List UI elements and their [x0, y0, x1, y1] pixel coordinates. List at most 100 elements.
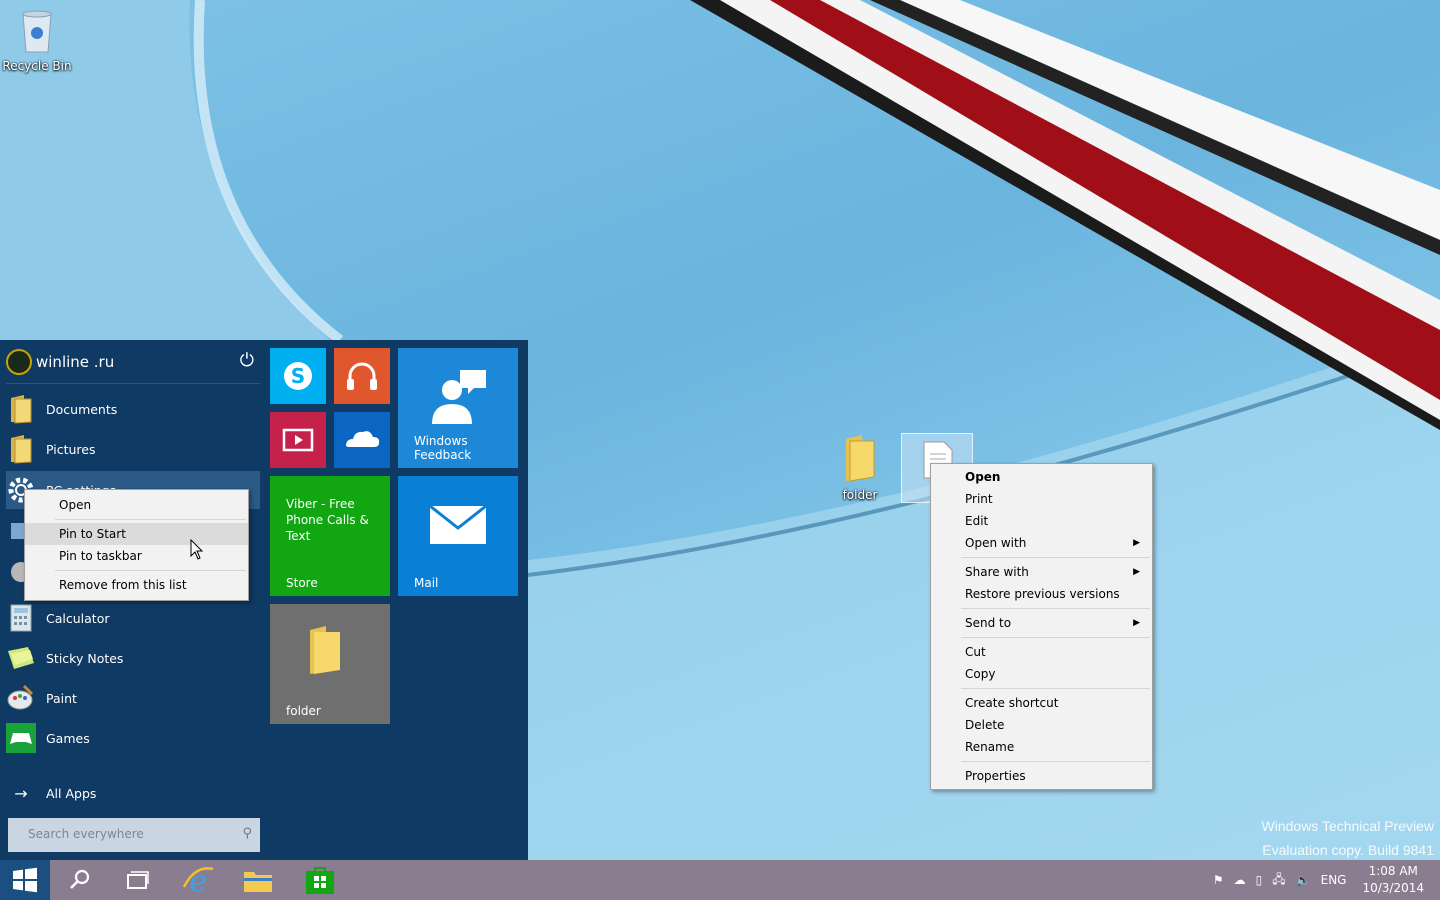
submenu-arrow-icon: ▶ [1133, 618, 1140, 628]
tile-video[interactable] [270, 412, 326, 468]
start-item-label: Paint [46, 690, 77, 706]
menu-item-properties[interactable]: Properties [931, 765, 1152, 787]
tile-music[interactable] [334, 348, 390, 404]
evaluation-watermark: Windows Technical Preview Evaluation cop… [1262, 814, 1434, 862]
menu-item-send-to[interactable]: Send to ▶ [931, 612, 1152, 634]
start-search-input[interactable]: Search everywhere ⚲ [8, 818, 260, 852]
mail-icon [429, 504, 487, 544]
clock-time: 1:08 AM [1368, 864, 1418, 878]
tile-label: folder [286, 704, 321, 718]
menu-item-delete[interactable]: Delete [931, 714, 1152, 736]
network-icon[interactable]: 🖧 [1272, 870, 1285, 891]
menu-item-rename[interactable]: Rename [931, 736, 1152, 758]
divider [6, 383, 260, 384]
menu-item-share-with[interactable]: Share with ▶ [931, 561, 1152, 583]
tile-mail[interactable]: Mail [398, 476, 518, 596]
menu-item-remove-from-list[interactable]: Remove from this list [25, 574, 248, 596]
menu-item-open[interactable]: Open [25, 494, 248, 516]
divider [961, 761, 1150, 762]
tile-label: Windows Feedback [414, 434, 472, 462]
divider [961, 688, 1150, 689]
menu-item-create-shortcut[interactable]: Create shortcut [931, 692, 1152, 714]
taskbar-store-button[interactable] [290, 860, 350, 900]
divider [55, 570, 246, 571]
battery-icon[interactable]: ▯ [1256, 873, 1263, 887]
start-item-label: Pictures [46, 441, 96, 457]
sticky-notes-icon [6, 643, 36, 673]
taskbar-ie-button[interactable]: e [168, 860, 228, 900]
recycle-bin-label: Recycle Bin [2, 59, 72, 73]
tile-folder[interactable]: folder [270, 604, 390, 724]
feedback-icon [432, 370, 486, 424]
start-item-paint[interactable]: Paint [6, 679, 260, 717]
menu-item-pin-to-taskbar[interactable]: Pin to taskbar [25, 545, 248, 567]
games-icon [6, 723, 36, 753]
video-icon [282, 428, 314, 452]
cloud-icon [346, 431, 380, 447]
start-item-calculator[interactable]: Calculator [6, 599, 260, 637]
arrow-right-icon: → [14, 783, 28, 803]
watermark-line2: Evaluation copy. Build 9841 [1262, 842, 1434, 858]
mouse-cursor-icon [190, 539, 204, 560]
file-context-menu: Open Print Edit Open with ▶ Share with ▶… [930, 463, 1153, 790]
menu-item-open-with[interactable]: Open with ▶ [931, 532, 1152, 554]
menu-item-restore-previous-versions[interactable]: Restore previous versions [931, 583, 1152, 605]
start-item-pictures[interactable]: Pictures [6, 430, 260, 468]
menu-item-cut[interactable]: Cut [931, 641, 1152, 663]
recycle-bin-desktop-icon[interactable]: Recycle Bin [0, 6, 74, 73]
all-apps-button[interactable]: → All Apps [6, 774, 260, 812]
start-item-label: Games [46, 730, 90, 746]
clock[interactable]: 1:08 AM 10/3/2014 [1362, 863, 1424, 897]
action-center-flag-icon[interactable]: ⚑ [1213, 873, 1224, 887]
taskbar-file-explorer-button[interactable] [228, 860, 288, 900]
tile-label: Mail [414, 576, 439, 590]
tile-skype[interactable]: S [270, 348, 326, 404]
power-icon[interactable]: ⏻ [240, 350, 254, 371]
input-language[interactable]: ENG [1321, 873, 1347, 887]
recycle-bin-icon [22, 10, 52, 53]
menu-item-edit[interactable]: Edit [931, 510, 1152, 532]
user-account[interactable]: winline .ru ⏻ [6, 346, 260, 378]
start-button[interactable] [0, 860, 50, 900]
pictures-icon [6, 434, 36, 464]
documents-icon [6, 394, 36, 424]
start-item-documents[interactable]: Documents [6, 390, 260, 428]
menu-item-print[interactable]: Print [931, 488, 1152, 510]
search-icon [70, 869, 90, 889]
volume-icon[interactable]: 🔈 [1296, 873, 1311, 887]
user-name: winline .ru [36, 353, 115, 371]
menu-item-open[interactable]: Open [931, 466, 1152, 488]
watermark-line1: Windows Technical Preview [1261, 818, 1434, 834]
start-item-games[interactable]: Games [6, 719, 260, 757]
headphones-icon [347, 362, 377, 390]
submenu-arrow-icon: ▶ [1133, 538, 1140, 548]
taskbar: e ⚑ ☁ ▯ 🖧 🔈 ENG 1:08 AM 10/3/2014 [0, 860, 1440, 900]
folder-desktop-icon[interactable]: folder [823, 433, 897, 502]
store-live-text: Viber - Free Phone Calls & Text [286, 497, 369, 543]
divider [55, 519, 246, 520]
folder-label: folder [842, 488, 878, 502]
menu-item-copy[interactable]: Copy [931, 663, 1152, 685]
tile-store[interactable]: Viber - Free Phone Calls & Text Store [270, 476, 390, 596]
start-item-context-menu: Open Pin to Start Pin to taskbar Remove … [24, 489, 249, 601]
calculator-icon [6, 603, 36, 633]
store-icon [306, 867, 334, 894]
menu-item-label: Share with [965, 565, 1029, 579]
tile-label: Store [286, 576, 318, 590]
start-item-sticky-notes[interactable]: Sticky Notes [6, 639, 260, 677]
system-tray: ⚑ ☁ ▯ 🖧 🔈 ENG 1:08 AM 10/3/2014 [1213, 860, 1440, 900]
submenu-arrow-icon: ▶ [1133, 567, 1140, 577]
paint-icon [6, 683, 36, 713]
task-view-icon [127, 871, 149, 889]
start-item-label: Documents [46, 401, 118, 417]
menu-item-pin-to-start[interactable]: Pin to Start [25, 523, 248, 545]
task-view-button[interactable] [108, 860, 168, 900]
file-explorer-icon [244, 872, 272, 892]
divider [961, 637, 1150, 638]
start-item-label: Sticky Notes [46, 650, 124, 666]
taskbar-search-button[interactable] [50, 860, 110, 900]
tile-onedrive[interactable] [334, 412, 390, 468]
onedrive-tray-icon[interactable]: ☁ [1234, 873, 1246, 887]
tile-windows-feedback[interactable]: Windows Feedback [398, 348, 518, 468]
start-item-label: Calculator [46, 610, 110, 626]
